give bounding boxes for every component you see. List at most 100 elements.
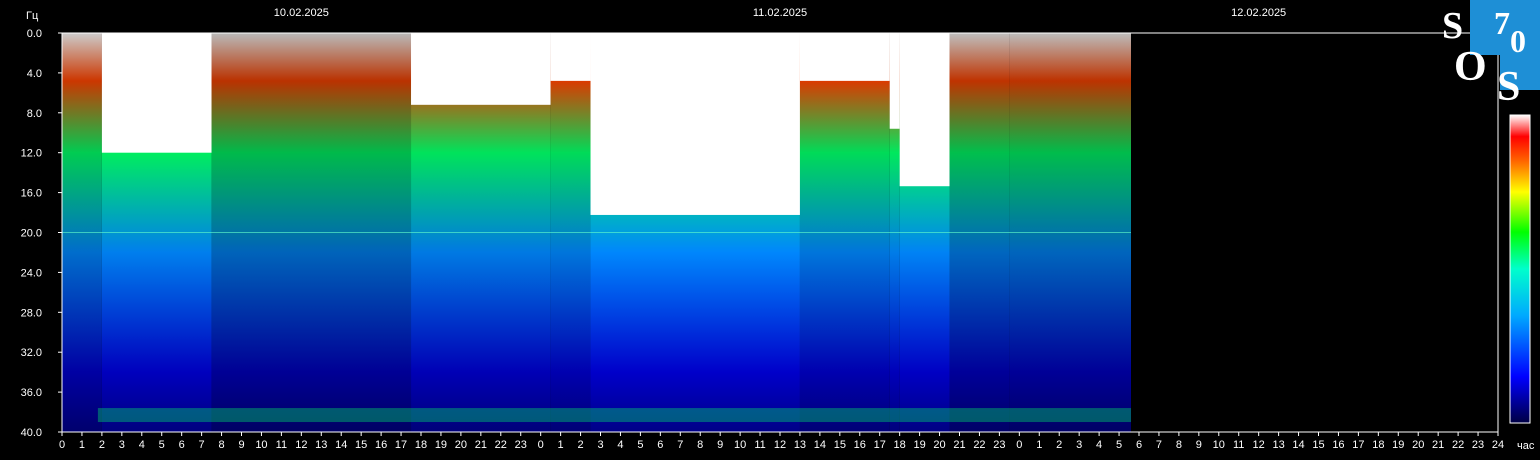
x-tick-label: 1 (558, 439, 564, 451)
x-tick-label: 9 (238, 439, 244, 451)
x-tick-label: 12 (1253, 439, 1265, 451)
x-tick-label: 4 (617, 439, 623, 451)
saturation-band (799, 33, 890, 81)
saturation-band (101, 33, 212, 153)
y-tick-label: 40.0 (21, 427, 42, 439)
y-tick-label: 0.0 (27, 28, 42, 40)
x-tick-label: 0 (1016, 439, 1022, 451)
x-tick-label: 4 (1096, 439, 1102, 451)
x-tick-label: 0 (538, 439, 544, 451)
saturation-band (411, 33, 551, 105)
y-tick-label: 28.0 (21, 307, 42, 319)
y-tick-label: 20.0 (21, 228, 42, 240)
x-tick-label: 3 (1076, 439, 1082, 451)
x-tick-label: 15 (834, 439, 846, 451)
x-tick-label: 2 (577, 439, 583, 451)
x-tick-label: 17 (1352, 439, 1364, 451)
x-tick-label: 0 (59, 439, 65, 451)
x-tick-label: 23 (1472, 439, 1484, 451)
saturation-band (590, 33, 800, 215)
y-tick-label: 16.0 (21, 188, 42, 200)
x-tick-label: 5 (159, 439, 165, 451)
x-tick-label: 16 (854, 439, 866, 451)
x-tick-label: 12 (774, 439, 786, 451)
saturation-band (899, 33, 950, 187)
x-tick-label: 16 (1332, 439, 1344, 451)
x-tick-label: 8 (218, 439, 224, 451)
x-tick-label: 20 (455, 439, 467, 451)
x-tick-label: 15 (355, 439, 367, 451)
x-tick-label: 10 (255, 439, 267, 451)
x-tick-label: 18 (415, 439, 427, 451)
y-tick-label: 24.0 (21, 267, 42, 279)
x-tick-label: 16 (375, 439, 387, 451)
x-tick-label: 18 (894, 439, 906, 451)
y-tick-label: 8.0 (27, 108, 42, 120)
x-tick-label: 19 (913, 439, 925, 451)
y-axis-label: Гц (26, 10, 39, 22)
x-tick-label: 5 (637, 439, 643, 451)
x-tick-label: 19 (1392, 439, 1404, 451)
x-tick-label: 12 (295, 439, 307, 451)
x-tick-label: 19 (435, 439, 447, 451)
x-tick-label: 24 (1492, 439, 1504, 451)
x-tick-label: 10 (734, 439, 746, 451)
x-tick-label: 20 (933, 439, 945, 451)
y-tick-label: 32.0 (21, 347, 42, 359)
x-tick-label: 15 (1312, 439, 1324, 451)
x-tick-label: 7 (1156, 439, 1162, 451)
svg-text:O: O (1454, 44, 1487, 90)
svg-text:7: 7 (1494, 5, 1510, 41)
date-label: 10.02.2025 (274, 7, 329, 19)
saturation-band (889, 33, 900, 129)
x-tick-label: 8 (697, 439, 703, 451)
x-tick-label: 2 (99, 439, 105, 451)
y-tick-label: 4.0 (27, 68, 42, 80)
x-tick-label: 2 (1056, 439, 1062, 451)
x-tick-label: 22 (1452, 439, 1464, 451)
x-tick-label: 7 (199, 439, 205, 451)
x-tick-label: 5 (1116, 439, 1122, 451)
x-tick-label: 13 (794, 439, 806, 451)
svg-text:S: S (1497, 64, 1520, 102)
x-tick-label: 21 (475, 439, 487, 451)
x-tick-label: 8 (1176, 439, 1182, 451)
x-tick-label: 9 (1196, 439, 1202, 451)
x-tick-label: 6 (179, 439, 185, 451)
x-tick-label: 10 (1213, 439, 1225, 451)
x-tick-label: 9 (717, 439, 723, 451)
x-tick-label: 21 (1432, 439, 1444, 451)
x-tick-label: 23 (515, 439, 527, 451)
x-tick-label: 14 (335, 439, 347, 451)
x-tick-label: 1 (1036, 439, 1042, 451)
y-tick-label: 12.0 (21, 148, 42, 160)
x-tick-label: 11 (754, 439, 765, 451)
x-tick-label: 13 (1272, 439, 1284, 451)
x-tick-label: 13 (315, 439, 327, 451)
x-tick-label: 14 (1292, 439, 1304, 451)
y-tick-label: 36.0 (21, 387, 42, 399)
x-tick-label: 1 (79, 439, 85, 451)
x-tick-label: 22 (495, 439, 507, 451)
x-tick-label: 3 (597, 439, 603, 451)
x-tick-label: 23 (993, 439, 1005, 451)
svg-text:S: S (1442, 5, 1463, 47)
date-label: 12.02.2025 (1231, 7, 1286, 19)
colorbar (1509, 114, 1531, 424)
x-tick-label: 21 (953, 439, 965, 451)
sos70-logo: S 7 0 O S (1440, 0, 1540, 110)
x-tick-label: 7 (677, 439, 683, 451)
date-label: 11.02.2025 (753, 7, 807, 19)
x-tick-label: 17 (874, 439, 886, 451)
x-tick-label: 6 (657, 439, 663, 451)
x-axis-label: час (1517, 440, 1535, 452)
saturation-band (550, 33, 591, 81)
x-tick-label: 11 (1233, 439, 1244, 451)
x-tick-label: 17 (395, 439, 407, 451)
x-tick-label: 18 (1372, 439, 1384, 451)
x-tick-label: 4 (139, 439, 145, 451)
x-tick-label: 11 (276, 439, 287, 451)
spectrogram-chart: 0.0 4.0 8.0 12.0 16.0 20.0 24.0 28.0 32.0 36.0 40.… (21, 7, 1535, 452)
x-tick-label: 20 (1412, 439, 1424, 451)
x-tick-label: 6 (1136, 439, 1142, 451)
